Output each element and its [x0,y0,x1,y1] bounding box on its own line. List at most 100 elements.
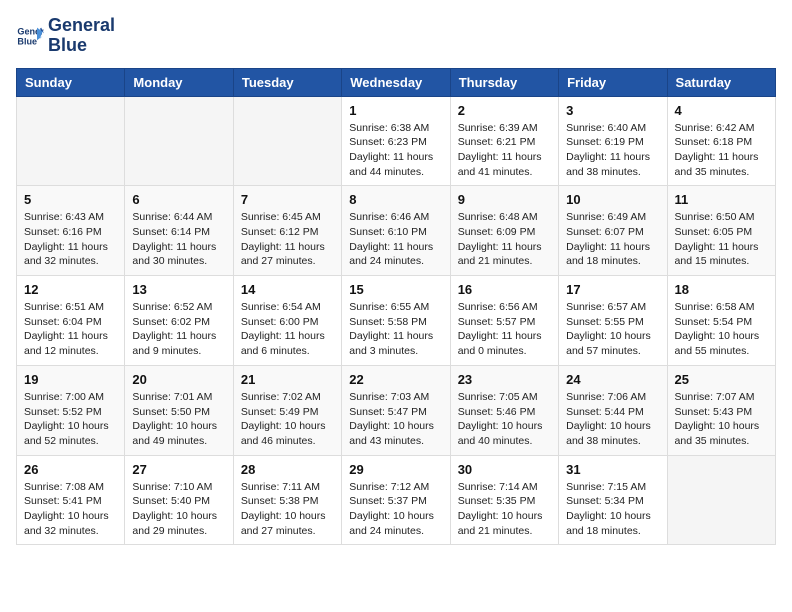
weekday-header-tuesday: Tuesday [233,68,341,96]
day-info: Sunrise: 6:54 AM Sunset: 6:00 PM Dayligh… [241,300,334,359]
day-number: 22 [349,372,442,387]
logo: General Blue General Blue [16,16,115,56]
day-info: Sunrise: 6:51 AM Sunset: 6:04 PM Dayligh… [24,300,117,359]
calendar-cell: 24 Sunrise: 7:06 AM Sunset: 5:44 PM Dayli… [559,365,667,455]
day-info: Sunrise: 7:06 AM Sunset: 5:44 PM Dayligh… [566,390,659,449]
day-info: Sunrise: 7:14 AM Sunset: 5:35 PM Dayligh… [458,480,551,539]
weekday-header-sunday: Sunday [17,68,125,96]
day-number: 28 [241,462,334,477]
calendar-cell [125,96,233,186]
logo-text: General Blue [48,16,115,56]
calendar-cell: 13Sunrise: 6:52 AM Sunset: 6:02 PM Dayli… [125,276,233,366]
calendar-cell [17,96,125,186]
day-info: Sunrise: 6:40 AM Sunset: 6:19 PM Dayligh… [566,121,659,180]
day-number: 14 [241,282,334,297]
calendar-cell: 15 Sunrise: 6:55 AM Sunset: 5:58 PM Dayli… [342,276,450,366]
logo-icon: General Blue [16,22,44,50]
calendar-cell: 14 Sunrise: 6:54 AM Sunset: 6:00 PM Dayli… [233,276,341,366]
day-number: 21 [241,372,334,387]
day-info: Sunrise: 7:00 AM Sunset: 5:52 PM Dayligh… [24,390,117,449]
day-info: Sunrise: 7:08 AM Sunset: 5:41 PM Dayligh… [24,480,117,539]
calendar-week-4: 19 Sunrise: 7:00 AM Sunset: 5:52 PM Dayli… [17,365,776,455]
day-info: Sunrise: 7:03 AM Sunset: 5:47 PM Dayligh… [349,390,442,449]
calendar-cell: 23 Sunrise: 7:05 AM Sunset: 5:46 PM Dayli… [450,365,558,455]
day-number: 15 [349,282,442,297]
day-info: Sunrise: 7:07 AM Sunset: 5:43 PM Dayligh… [675,390,768,449]
calendar-cell: 1Sunrise: 6:38 AM Sunset: 6:23 PM Daylig… [342,96,450,186]
day-number: 26 [24,462,117,477]
day-info: Sunrise: 7:02 AM Sunset: 5:49 PM Dayligh… [241,390,334,449]
calendar-cell: 20Sunrise: 7:01 AM Sunset: 5:50 PM Dayli… [125,365,233,455]
day-info: Sunrise: 7:05 AM Sunset: 5:46 PM Dayligh… [458,390,551,449]
day-info: Sunrise: 6:49 AM Sunset: 6:07 PM Dayligh… [566,210,659,269]
calendar-cell: 7 Sunrise: 6:45 AM Sunset: 6:12 PM Daylig… [233,186,341,276]
calendar-cell: 17 Sunrise: 6:57 AM Sunset: 5:55 PM Dayli… [559,276,667,366]
calendar: SundayMondayTuesdayWednesdayThursdayFrid… [16,68,776,546]
day-info: Sunrise: 6:39 AM Sunset: 6:21 PM Dayligh… [458,121,551,180]
calendar-cell: 18Sunrise: 6:58 AM Sunset: 5:54 PM Dayli… [667,276,775,366]
day-number: 18 [675,282,768,297]
day-info: Sunrise: 6:48 AM Sunset: 6:09 PM Dayligh… [458,210,551,269]
calendar-cell: 31Sunrise: 7:15 AM Sunset: 5:34 PM Dayli… [559,455,667,545]
day-number: 27 [132,462,225,477]
day-info: Sunrise: 6:57 AM Sunset: 5:55 PM Dayligh… [566,300,659,359]
day-number: 30 [458,462,551,477]
day-number: 11 [675,192,768,207]
day-number: 19 [24,372,117,387]
day-number: 3 [566,103,659,118]
day-number: 17 [566,282,659,297]
weekday-header-thursday: Thursday [450,68,558,96]
calendar-cell: 6 Sunrise: 6:44 AM Sunset: 6:14 PM Daylig… [125,186,233,276]
day-number: 7 [241,192,334,207]
day-info: Sunrise: 7:10 AM Sunset: 5:40 PM Dayligh… [132,480,225,539]
calendar-cell: 8Sunrise: 6:46 AM Sunset: 6:10 PM Daylig… [342,186,450,276]
calendar-cell: 16Sunrise: 6:56 AM Sunset: 5:57 PM Dayli… [450,276,558,366]
calendar-cell: 25Sunrise: 7:07 AM Sunset: 5:43 PM Dayli… [667,365,775,455]
day-info: Sunrise: 6:45 AM Sunset: 6:12 PM Dayligh… [241,210,334,269]
calendar-cell: 27 Sunrise: 7:10 AM Sunset: 5:40 PM Dayli… [125,455,233,545]
calendar-week-1: 1Sunrise: 6:38 AM Sunset: 6:23 PM Daylig… [17,96,776,186]
calendar-cell [233,96,341,186]
day-info: Sunrise: 6:55 AM Sunset: 5:58 PM Dayligh… [349,300,442,359]
calendar-cell: 26 Sunrise: 7:08 AM Sunset: 5:41 PM Dayli… [17,455,125,545]
calendar-cell: 30 Sunrise: 7:14 AM Sunset: 5:35 PM Dayli… [450,455,558,545]
weekday-header-friday: Friday [559,68,667,96]
day-number: 5 [24,192,117,207]
day-info: Sunrise: 6:56 AM Sunset: 5:57 PM Dayligh… [458,300,551,359]
calendar-cell: 4Sunrise: 6:42 AM Sunset: 6:18 PM Daylig… [667,96,775,186]
day-info: Sunrise: 6:52 AM Sunset: 6:02 PM Dayligh… [132,300,225,359]
calendar-cell: 10 Sunrise: 6:49 AM Sunset: 6:07 PM Dayli… [559,186,667,276]
day-number: 12 [24,282,117,297]
day-number: 6 [132,192,225,207]
day-info: Sunrise: 7:11 AM Sunset: 5:38 PM Dayligh… [241,480,334,539]
weekday-header-saturday: Saturday [667,68,775,96]
weekday-header-wednesday: Wednesday [342,68,450,96]
day-number: 29 [349,462,442,477]
weekday-header-monday: Monday [125,68,233,96]
day-number: 23 [458,372,551,387]
calendar-week-5: 26 Sunrise: 7:08 AM Sunset: 5:41 PM Dayli… [17,455,776,545]
calendar-cell: 22 Sunrise: 7:03 AM Sunset: 5:47 PM Dayli… [342,365,450,455]
calendar-cell [667,455,775,545]
day-number: 20 [132,372,225,387]
calendar-cell: 11 Sunrise: 6:50 AM Sunset: 6:05 PM Dayli… [667,186,775,276]
calendar-cell: 2 Sunrise: 6:39 AM Sunset: 6:21 PM Daylig… [450,96,558,186]
day-number: 9 [458,192,551,207]
calendar-cell: 19 Sunrise: 7:00 AM Sunset: 5:52 PM Dayli… [17,365,125,455]
day-info: Sunrise: 6:50 AM Sunset: 6:05 PM Dayligh… [675,210,768,269]
calendar-cell: 29Sunrise: 7:12 AM Sunset: 5:37 PM Dayli… [342,455,450,545]
day-info: Sunrise: 6:42 AM Sunset: 6:18 PM Dayligh… [675,121,768,180]
calendar-header-row: SundayMondayTuesdayWednesdayThursdayFrid… [17,68,776,96]
calendar-cell: 21 Sunrise: 7:02 AM Sunset: 5:49 PM Dayli… [233,365,341,455]
day-info: Sunrise: 6:46 AM Sunset: 6:10 PM Dayligh… [349,210,442,269]
day-number: 10 [566,192,659,207]
day-number: 24 [566,372,659,387]
calendar-cell: 3 Sunrise: 6:40 AM Sunset: 6:19 PM Daylig… [559,96,667,186]
calendar-cell: 28 Sunrise: 7:11 AM Sunset: 5:38 PM Dayli… [233,455,341,545]
day-info: Sunrise: 7:15 AM Sunset: 5:34 PM Dayligh… [566,480,659,539]
day-info: Sunrise: 6:44 AM Sunset: 6:14 PM Dayligh… [132,210,225,269]
calendar-week-2: 5Sunrise: 6:43 AM Sunset: 6:16 PM Daylig… [17,186,776,276]
calendar-cell: 9 Sunrise: 6:48 AM Sunset: 6:09 PM Daylig… [450,186,558,276]
day-number: 1 [349,103,442,118]
day-number: 2 [458,103,551,118]
